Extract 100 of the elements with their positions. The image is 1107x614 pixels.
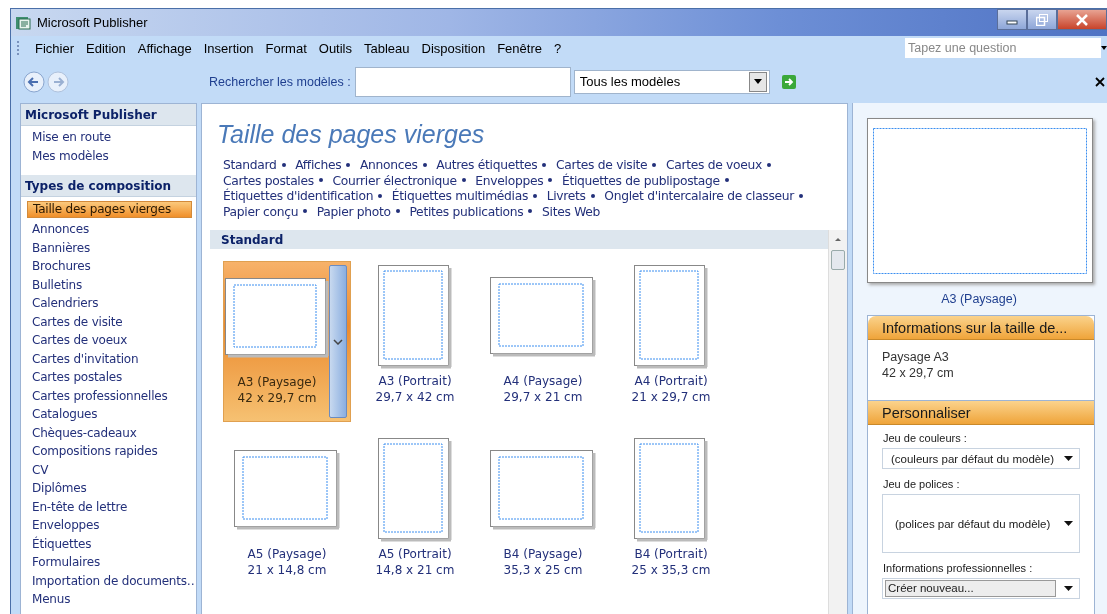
template-tile[interactable]: A5 (Paysage) 21 x 14,8 cm — [223, 434, 351, 595]
sidebar-item[interactable]: CV — [21, 460, 196, 479]
business-info-dropdown[interactable]: Créer nouveau... — [882, 578, 1080, 599]
menu-item[interactable]: Edition — [80, 40, 132, 56]
category-link[interactable]: Livrets — [546, 189, 586, 203]
menu-item[interactable]: ? — [547, 40, 568, 56]
menu-item[interactable]: Insertion — [197, 40, 260, 56]
scroll-thumb[interactable] — [831, 250, 845, 270]
category-link[interactable]: Cartes de visite — [556, 158, 648, 172]
template-tile[interactable]: A5 (Portrait) 14,8 x 21 cm — [351, 434, 479, 595]
sidebar-item[interactable]: Cartes professionnelles — [21, 386, 196, 405]
template-size: 21 x 14,8 cm — [247, 562, 327, 578]
sidebar-item[interactable]: Cartes de visite — [21, 312, 196, 331]
restore-icon — [1036, 13, 1048, 26]
template-name: A3 (Portrait) — [378, 373, 452, 389]
font-scheme-dropdown[interactable]: (polices par défaut du modèle) — [882, 494, 1080, 553]
dropdown-arrow-icon — [1064, 456, 1073, 461]
sidebar-item[interactable]: Cartes d'invitation — [21, 349, 196, 368]
sidebar-item[interactable]: Diplômes — [21, 479, 196, 498]
sidebar-item[interactable]: Mes modèles — [21, 146, 196, 165]
menu-item[interactable]: Outils — [312, 40, 358, 56]
template-size: 42 x 29,7 cm — [237, 390, 318, 406]
category-link[interactable]: Petites publications — [409, 204, 524, 219]
template-tile[interactable]: A4 (Paysage) 29,7 x 21 cm — [479, 261, 607, 422]
close-icon — [1075, 13, 1089, 26]
template-size: 35,3 x 25 cm — [503, 562, 583, 578]
sidebar-item[interactable]: Enveloppes — [21, 516, 196, 535]
dropdown-arrow-icon — [753, 79, 762, 84]
sidebar-item[interactable]: Compositions rapides — [21, 442, 196, 461]
category-link[interactable]: Autres étiquettes — [436, 158, 538, 172]
close-icon[interactable] — [1095, 76, 1105, 87]
sidebar-item[interactable]: Menus — [21, 590, 196, 609]
category-link[interactable]: Papier conçu — [223, 204, 299, 219]
category-link[interactable]: Courrier électronique — [332, 173, 457, 188]
sidebar-item[interactable]: Étiquettes — [21, 534, 196, 553]
menu-item[interactable]: Fenêtre — [491, 40, 548, 56]
category-link[interactable]: Annonces — [359, 158, 418, 172]
options-dropdown[interactable] — [329, 265, 347, 418]
sidebar-item[interactable]: Cartes de voeux — [21, 331, 196, 350]
sidebar-item[interactable]: Importation de documents… — [21, 571, 196, 590]
sidebar-item[interactable]: Calendriers — [21, 294, 196, 313]
sidebar-item[interactable]: Catalogues — [21, 405, 196, 424]
sidebar-item[interactable]: Chèques-cadeaux — [21, 423, 196, 442]
template-tile[interactable]: B4 (Portrait) 25 x 35,3 cm — [607, 434, 735, 595]
sidebar-item[interactable]: Brochures — [21, 257, 196, 276]
group-header: Standard — [210, 230, 828, 249]
template-tile[interactable]: B4 (Paysage) 35,3 x 25 cm — [479, 434, 607, 595]
template-size: 29,7 x 21 cm — [503, 389, 583, 405]
menu-item[interactable]: Format — [259, 40, 313, 56]
sidebar-item[interactable]: Mise en route — [21, 128, 196, 147]
field-label: Jeu de polices : — [883, 478, 961, 490]
panel-header: Personnaliser — [868, 400, 1094, 425]
panel-header: Informations sur la taille de... — [868, 316, 1094, 340]
category-link[interactable]: Standard — [223, 158, 277, 172]
go-arrow-icon[interactable] — [781, 74, 796, 89]
question-field[interactable]: Tapez une question — [905, 38, 1101, 58]
category-link[interactable]: Affiches — [295, 158, 342, 172]
info-text: 42 x 29,7 cm — [881, 365, 955, 381]
menu-item[interactable]: Tableau — [358, 40, 416, 56]
template-name: A3 (Paysage) — [237, 374, 318, 390]
minimize-button[interactable] — [997, 9, 1027, 30]
category-link[interactable]: Papier photo — [316, 204, 391, 219]
field-label: Informations professionnelles : — [883, 562, 1034, 574]
template-size: 29,7 x 42 cm — [375, 389, 455, 405]
forward-icon[interactable] — [47, 70, 69, 93]
section-header: Microsoft Publisher — [21, 104, 196, 126]
template-name: A4 (Paysage) — [503, 373, 583, 389]
scrollbar[interactable] — [828, 230, 847, 614]
template-tile[interactable]: A4 (Portrait) 21 x 29,7 cm — [607, 261, 735, 422]
close-button[interactable] — [1057, 9, 1107, 30]
sidebar-item[interactable]: Bulletins — [21, 275, 196, 294]
menu-item[interactable]: Disposition — [415, 40, 492, 56]
sidebar-item[interactable]: Bannières — [21, 238, 196, 257]
template-tile[interactable]: A3 (Portrait) 29,7 x 42 cm — [351, 261, 479, 422]
template-name: B4 (Paysage) — [503, 546, 583, 562]
app-icon — [15, 14, 31, 31]
sidebar-item[interactable]: En-tête de lettre — [21, 497, 196, 516]
search-field[interactable] — [354, 66, 571, 97]
category-link[interactable]: Enveloppes — [475, 173, 544, 188]
menu-item[interactable]: Affichage — [131, 40, 198, 56]
color-scheme-dropdown[interactable]: (couleurs par défaut du modèle) — [882, 448, 1080, 469]
category-link[interactable]: Étiquettes multimédias — [391, 189, 529, 203]
sidebar-item[interactable]: Annonces — [21, 220, 196, 239]
template-tile[interactable]: A3 (Paysage) 42 x 29,7 cm — [223, 261, 351, 422]
dropdown-arrow-icon[interactable] — [1101, 46, 1107, 50]
sidebar-item[interactable]: Formulaires — [21, 553, 196, 572]
template-name: A5 (Portrait) — [378, 546, 452, 562]
category-link[interactable]: Étiquettes de publipostage — [561, 173, 720, 188]
restore-button[interactable] — [1027, 9, 1057, 30]
category-link[interactable]: Sites Web — [542, 204, 601, 219]
menu-item[interactable]: Fichier — [29, 40, 80, 56]
template-size: 21 x 29,7 cm — [631, 389, 711, 405]
sidebar-item[interactable]: Taille des pages vierges — [27, 201, 192, 218]
category-link[interactable]: Cartes postales — [223, 173, 314, 188]
template-filter-dropdown[interactable]: Tous les modèles — [573, 69, 770, 94]
category-link[interactable]: Onglet d'intercalaire de classeur — [604, 189, 795, 203]
category-link[interactable]: Cartes de voeux — [665, 158, 762, 172]
back-icon[interactable] — [23, 70, 45, 93]
category-link[interactable]: Étiquettes d'identification — [223, 189, 374, 203]
sidebar-item[interactable]: Cartes postales — [21, 368, 196, 387]
